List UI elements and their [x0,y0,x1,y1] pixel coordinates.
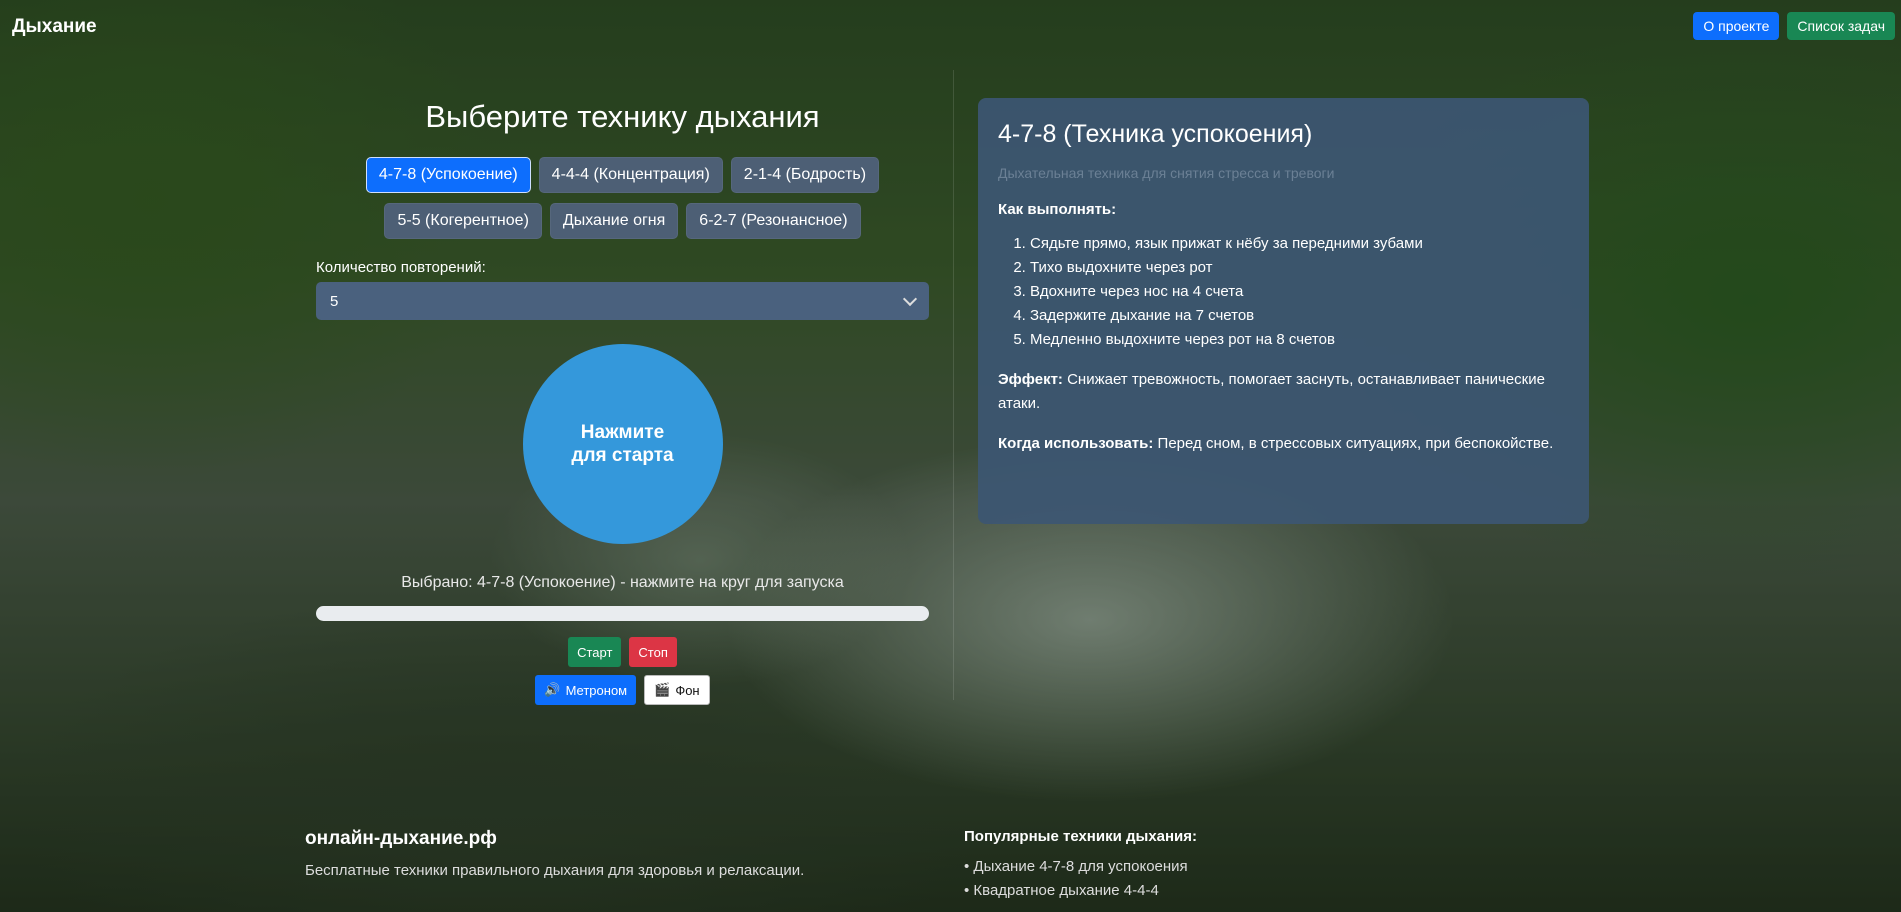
repetitions-value: 5 [330,292,339,310]
info-card-title: 4-7-8 (Техника успокоения) [998,120,1313,148]
footer-description: Бесплатные техники правильного дыхания д… [305,862,805,879]
when-label: Когда использовать: [998,435,1154,452]
technique-button-627[interactable]: 6-2-7 (Резонансное) [686,203,861,239]
how-to-label: Как выполнять: [998,201,1117,218]
when-text: Перед сном, в стрессовых ситуациях, при … [1157,435,1554,452]
column-divider [953,70,954,700]
effect-paragraph: Эффект: Снижает тревожность, помогает за… [998,368,1569,416]
top-nav: О проекте Список задач [1693,12,1895,40]
technique-row-2: 5-5 (Когерентное) Дыхание огня 6-2-7 (Ре… [316,203,929,239]
technique-button-55[interactable]: 5-5 (Когерентное) [384,203,542,239]
repetitions-label: Количество повторений: [316,259,486,276]
step-item: Задержите дыхание на 7 счетов [1030,304,1569,328]
repetitions-select[interactable]: 5 [316,282,929,320]
brand-logo[interactable]: Дыхание [12,16,97,38]
steps-list: Сядьте прямо, язык прижат к нёбу за пере… [998,232,1569,352]
about-button[interactable]: О проекте [1693,12,1780,40]
start-button[interactable]: Старт [568,637,622,667]
step-item: Медленно выдохните через рот на 8 счетов [1030,328,1569,352]
technique-info-card: 4-7-8 (Техника успокоения) Дыхательная т… [978,98,1589,524]
control-row-2: 🔊 Метроном 🎬 Фон [316,675,929,705]
control-row-1: Старт Стоп [316,637,929,667]
step-item: Вдохните через нос на 4 счета [1030,280,1569,304]
page-title: Выберите технику дыхания [425,99,820,134]
effect-label: Эффект: [998,371,1063,388]
chevron-down-icon [902,291,918,306]
progress-bar [316,606,929,621]
speaker-icon: 🔊 [544,682,561,697]
breath-circle-line1: Нажмите [580,422,665,443]
footer-popular-heading: Популярные техники дыхания: [964,828,1198,845]
stop-button[interactable]: Стоп [629,637,677,667]
technique-button-fire[interactable]: Дыхание огня [549,203,679,239]
task-list-button[interactable]: Список задач [1787,12,1895,40]
footer-about: онлайн-дыхание.рф Бесплатные техники пра… [305,828,804,879]
background-button[interactable]: 🎬 Фон [644,675,710,705]
background-overlay [0,0,1901,912]
technique-button-444[interactable]: 4-4-4 (Концентрация) [538,157,723,193]
technique-row-1: 4-7-8 (Успокоение) 4-4-4 (Концентрация) … [316,157,929,193]
footer-brand: онлайн-дыхание.рф [305,828,497,849]
list-item[interactable]: • Квадратное дыхание 4-4-4 [964,879,1197,903]
status-text: Выбрано: 4-7-8 (Успокоение) - нажмите на… [401,574,844,591]
technique-panel: Выберите технику дыхания 4-7-8 (Успокоен… [316,95,929,705]
background-label: Фон [675,682,700,698]
breath-circle-line2: для старта [571,445,674,466]
technique-button-478[interactable]: 4-7-8 (Успокоение) [365,157,531,193]
metronome-label: Метроном [565,682,628,698]
breath-circle[interactable]: Нажмите для старта [522,344,723,544]
when-paragraph: Когда использовать: Перед сном, в стресс… [998,432,1569,456]
step-item: Тихо выдохните через рот [1030,256,1569,280]
effect-text: Снижает тревожность, помогает заснуть, о… [998,371,1545,412]
step-item: Сядьте прямо, язык прижат к нёбу за пере… [1030,232,1569,256]
footer-popular-list: • Дыхание 4-7-8 для успокоения • Квадрат… [964,855,1197,903]
info-card-subtitle: Дыхательная техника для снятия стресса и… [998,165,1335,181]
breath-circle-wrap: Нажмите для старта [316,344,929,544]
metronome-button[interactable]: 🔊 Метроном [535,675,637,705]
clapperboard-icon: 🎬 [654,682,671,697]
footer-popular: Популярные техники дыхания: • Дыхание 4-… [964,828,1197,903]
technique-button-214[interactable]: 2-1-4 (Бодрость) [730,157,880,193]
list-item[interactable]: • Дыхание 4-7-8 для успокоения [964,855,1197,879]
